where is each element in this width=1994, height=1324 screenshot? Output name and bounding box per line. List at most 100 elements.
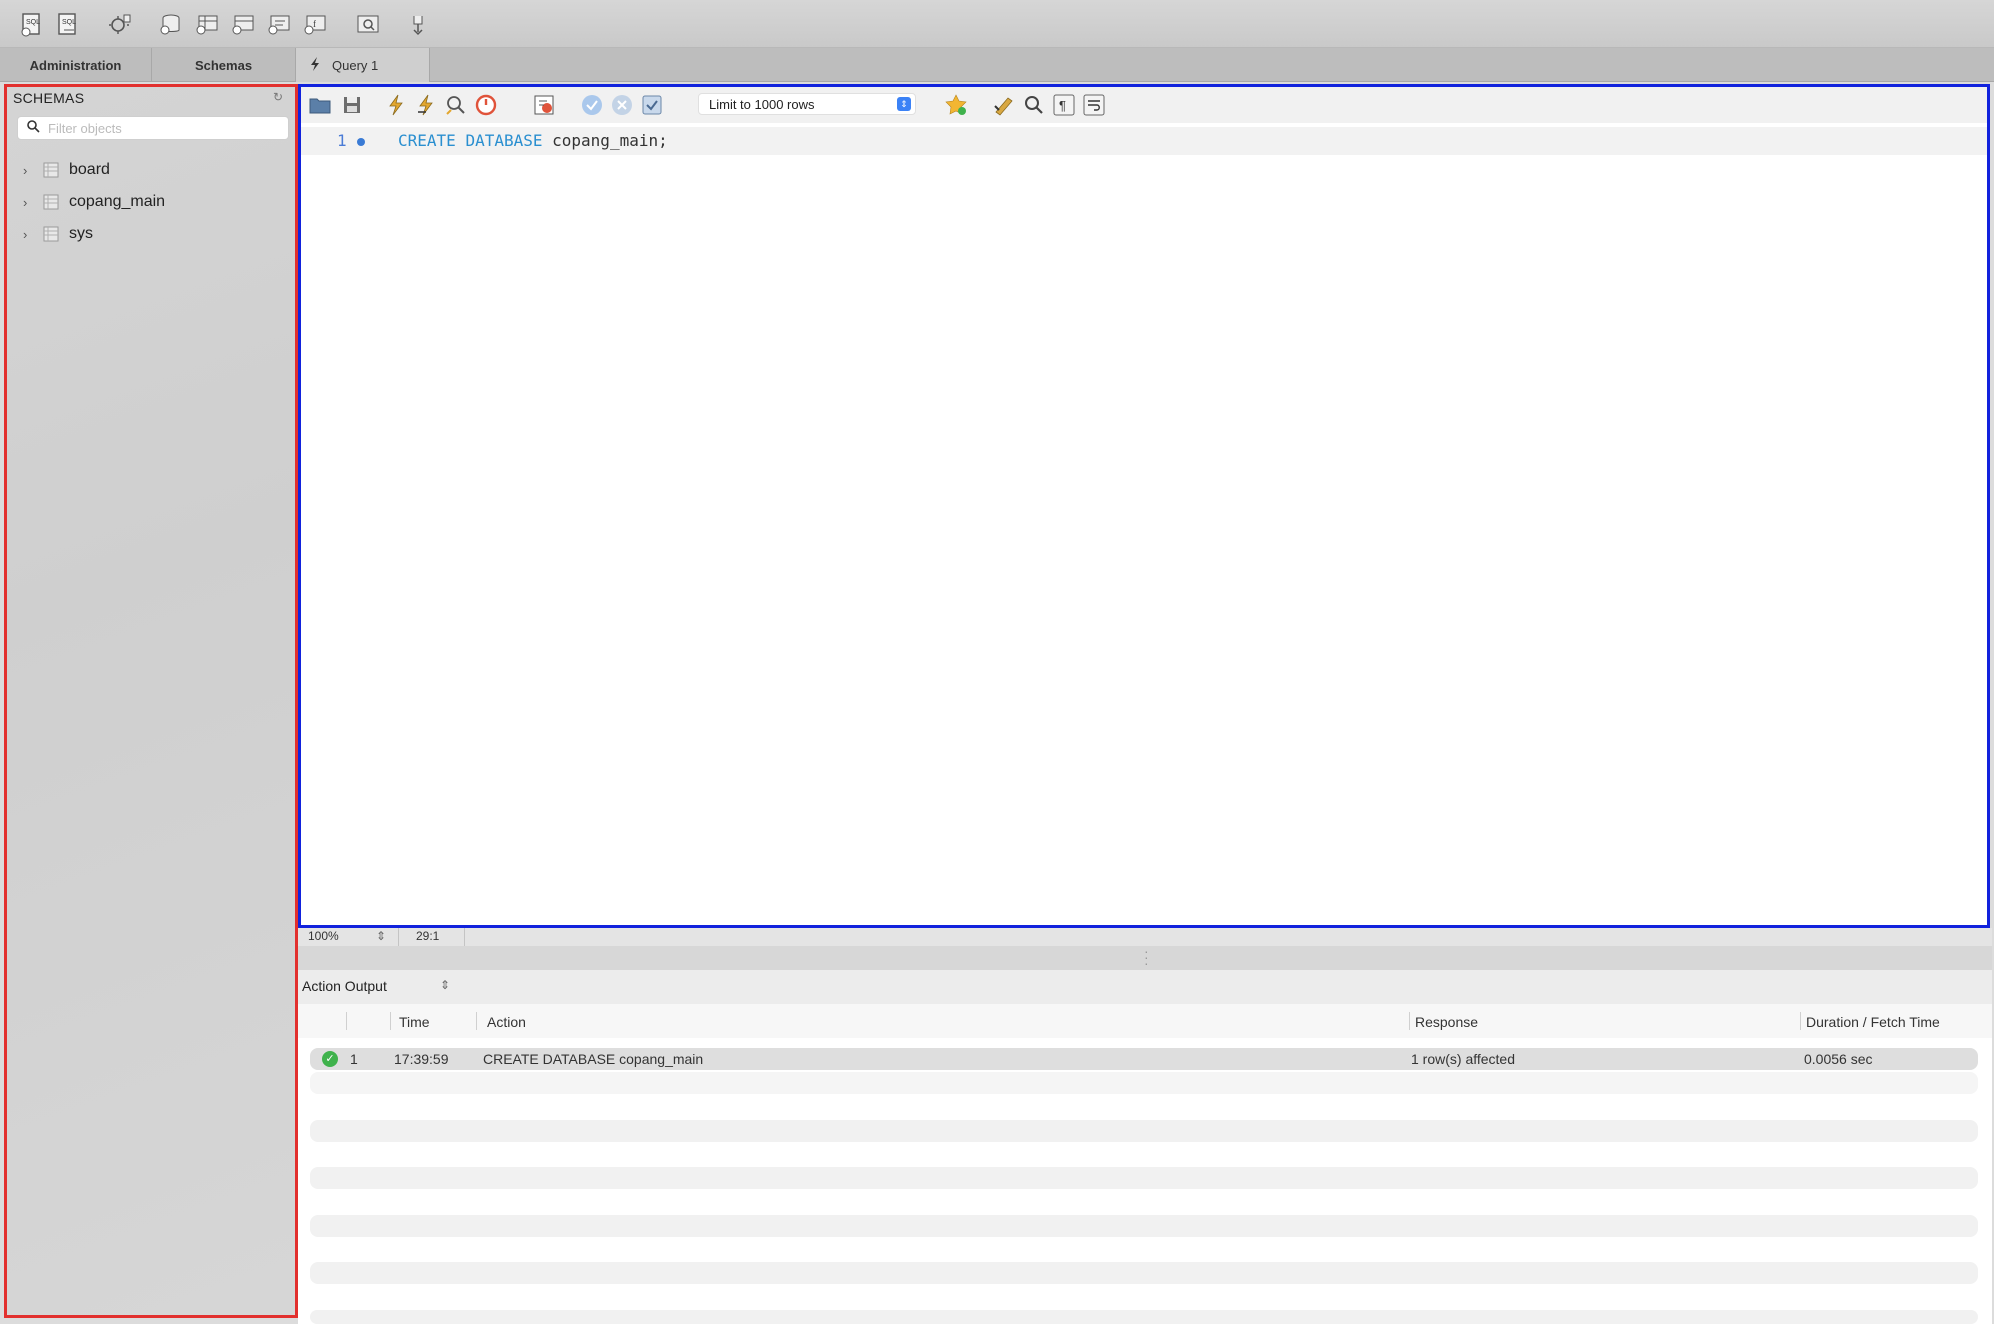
schema-label: sys (69, 225, 93, 242)
schemas-title: SCHEMAS (13, 90, 85, 106)
filter-objects-input[interactable] (48, 120, 268, 136)
statement-marker-icon (357, 138, 365, 146)
schema-label: copang_main (69, 193, 166, 210)
output-type-select[interactable]: Action Output (302, 978, 387, 994)
divider (390, 1012, 391, 1030)
limit-rows-select[interactable]: Limit to 1000 rows ⇕ (698, 93, 916, 115)
column-header-duration[interactable]: Duration / Fetch Time (1806, 1014, 1940, 1030)
code-text[interactable]: CREATE DATABASE copang_main; (398, 131, 668, 150)
divider (398, 928, 399, 946)
output-panel: Action Output ⇕ Time Action Response Dur… (298, 970, 1992, 1324)
database-icon (41, 224, 61, 244)
sql-keyword: DATABASE (465, 131, 543, 150)
wrap-lines-icon[interactable] (1081, 92, 1107, 118)
rollback-icon[interactable] (609, 92, 635, 118)
save-icon[interactable] (339, 92, 365, 118)
row-time: 17:39:59 (394, 1051, 449, 1067)
chevron-right-icon[interactable]: › (23, 163, 33, 178)
tab-schemas[interactable]: Schemas (152, 48, 296, 82)
line-number: 1 (337, 131, 347, 150)
success-check-icon: ✓ (322, 1051, 338, 1067)
tab-bar: Administration Schemas Query 1 (0, 48, 1994, 82)
empty-row (310, 1215, 1978, 1237)
tab-query-label: Query 1 (332, 57, 379, 73)
new-sql-tab-icon[interactable]: SQL (18, 10, 46, 38)
column-header-action[interactable]: Action (487, 1014, 526, 1030)
zoom-level[interactable]: 100% (308, 929, 339, 943)
invisible-chars-icon[interactable]: ¶ (1051, 92, 1077, 118)
schema-item-sys[interactable]: › sys (23, 222, 93, 246)
editor-toolbar: Limit to 1000 rows ⇕ ¶ (301, 87, 1987, 123)
limit-rows-label: Limit to 1000 rows (709, 96, 815, 112)
svg-text:SQL: SQL (62, 19, 76, 26)
commit-icon[interactable] (579, 92, 605, 118)
empty-row (310, 1120, 1978, 1142)
create-procedure-icon[interactable] (265, 10, 293, 38)
panel-splitter[interactable]: · · · (298, 944, 1992, 970)
tab-administration[interactable]: Administration (0, 48, 152, 82)
column-header-time[interactable]: Time (399, 1014, 430, 1030)
svg-text:¶: ¶ (1059, 98, 1066, 113)
autocommit-icon[interactable] (639, 92, 665, 118)
output-column-headers: Time Action Response Duration / Fetch Ti… (298, 1004, 1992, 1038)
empty-row (310, 1262, 1978, 1284)
reconnect-icon[interactable] (404, 10, 432, 38)
create-schema-icon[interactable] (157, 10, 185, 38)
schemas-panel: SCHEMAS ↻ › board › copang_main › sys (4, 84, 298, 1318)
beautify-icon[interactable] (991, 92, 1017, 118)
sql-identifier: copang_main; (552, 131, 668, 150)
search-icon (26, 119, 40, 138)
chevron-right-icon[interactable]: › (23, 227, 33, 242)
inspector-icon[interactable] (106, 10, 134, 38)
sql-keyword: CREATE (398, 131, 456, 150)
open-file-icon[interactable] (307, 92, 333, 118)
divider (1800, 1012, 1801, 1030)
empty-row (310, 1167, 1978, 1189)
find-icon[interactable] (1021, 92, 1047, 118)
column-header-response[interactable]: Response (1415, 1014, 1478, 1030)
main-toolbar: SQL SQL f (0, 0, 1994, 48)
create-view-icon[interactable] (229, 10, 257, 38)
execute-current-icon[interactable] (413, 92, 439, 118)
splitter-grip-icon[interactable]: · · · (1144, 944, 1149, 970)
row-number: 1 (350, 1051, 358, 1067)
create-function-icon[interactable]: f (301, 10, 329, 38)
database-icon (41, 160, 61, 180)
explain-icon[interactable] (443, 92, 469, 118)
lightning-icon (308, 56, 322, 75)
schema-label: board (69, 161, 110, 178)
divider (476, 1012, 477, 1030)
code-line[interactable]: 1 CREATE DATABASE copang_main; (301, 127, 1987, 155)
add-snippet-star-icon[interactable] (943, 92, 969, 118)
schema-item-board[interactable]: › board (23, 158, 110, 182)
empty-row (310, 1310, 1978, 1324)
tab-query[interactable]: Query 1 (296, 48, 430, 82)
chevron-right-icon[interactable]: › (23, 195, 33, 210)
divider (346, 1012, 347, 1030)
schema-item-copang-main[interactable]: › copang_main (23, 190, 165, 214)
svg-text:SQL: SQL (26, 19, 40, 26)
svg-text:f: f (313, 19, 316, 29)
execute-icon[interactable] (383, 92, 409, 118)
zoom-stepper-icon[interactable]: ⇕ (376, 929, 386, 943)
output-row[interactable]: ✓ 1 17:39:59 CREATE DATABASE copang_main… (310, 1048, 1978, 1070)
row-response: 1 row(s) affected (1411, 1051, 1516, 1067)
output-header: Action Output ⇕ (298, 970, 1992, 1004)
select-stepper-icon[interactable]: ⇕ (440, 978, 450, 992)
cursor-position: 29:1 (416, 929, 440, 943)
open-sql-script-icon[interactable]: SQL (54, 10, 82, 38)
toggle-error-icon[interactable] (531, 92, 557, 118)
stop-icon[interactable] (473, 92, 499, 118)
divider (464, 928, 465, 946)
filter-box (17, 116, 289, 140)
search-table-data-icon[interactable] (354, 10, 382, 38)
select-stepper-icon: ⇕ (897, 97, 911, 111)
create-table-icon[interactable] (193, 10, 221, 38)
database-icon (41, 192, 61, 212)
divider (1409, 1012, 1410, 1030)
row-duration: 0.0056 sec (1804, 1051, 1873, 1067)
empty-row (310, 1072, 1978, 1094)
refresh-icon[interactable]: ↻ (273, 90, 283, 104)
sql-editor-panel: Limit to 1000 rows ⇕ ¶ 1 CREATE DATABASE… (298, 84, 1990, 928)
row-action: CREATE DATABASE copang_main (483, 1051, 704, 1067)
